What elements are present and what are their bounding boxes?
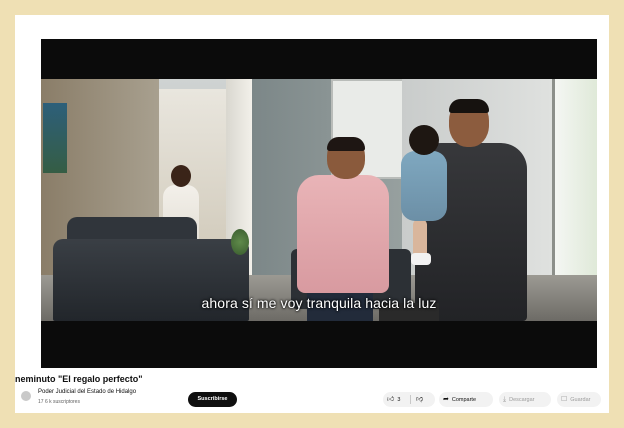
scene-plant [231,229,249,255]
share-button[interactable]: ➦ Comparte [439,392,493,407]
screenshot-frame: ahora sí me voy tranquila hacia la luz n… [15,15,609,413]
subscribe-button[interactable]: Suscribirse [188,392,237,407]
scene-painting [43,103,67,173]
download-icon: ⤓ [503,395,507,403]
channel-row: Poder Judicial del Estado de Hidalgo 17 … [15,388,609,413]
video-frame [41,79,597,321]
share-label: Comparte [451,397,477,403]
like-count: 3 [397,397,401,403]
channel-name[interactable]: Poder Judicial del Estado de Hidalgo [38,389,136,395]
thumbs-down-icon: 👎︎ [416,395,424,403]
save-label: Guardar [570,397,591,403]
thumbs-up-icon: 👍︎ [387,395,395,403]
video-caption: ahora sí me voy tranquila hacia la luz [201,295,437,311]
channel-avatar[interactable] [21,391,31,401]
video-player[interactable]: ahora sí me voy tranquila hacia la luz [41,39,597,368]
share-arrow-icon: ➦ [443,395,449,403]
like-button[interactable]: 👍︎ 3 [387,392,400,408]
save-button[interactable]: ☐ Guardar [557,392,601,407]
download-button[interactable]: ⤓ Descargar [499,392,551,407]
video-title: neminuto "El regalo perfecto" [15,374,143,384]
bookmark-icon: ☐ [561,395,568,403]
scene-person-baby [397,125,451,265]
download-label: Descargar [509,397,535,403]
scene-person-man-pink [297,137,389,321]
like-divider [410,395,411,404]
dislike-button[interactable]: 👎︎ [416,392,426,408]
like-dislike-group: 👍︎ 3 👎︎ [383,392,435,407]
subscriber-count: 17 6 k suscriptores [38,399,80,405]
